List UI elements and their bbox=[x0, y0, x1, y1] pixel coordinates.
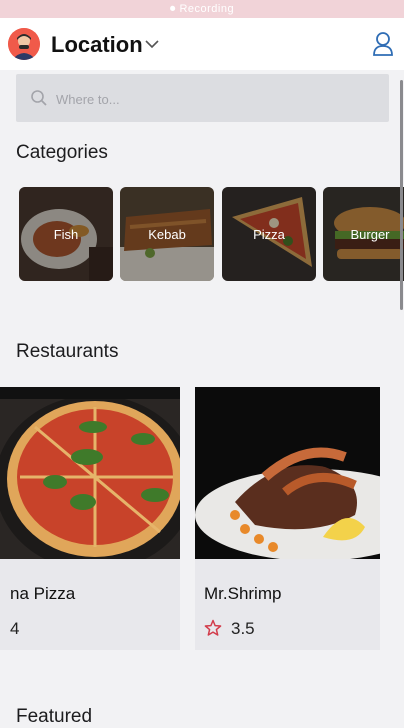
restaurant-name: na Pizza bbox=[10, 584, 76, 603]
category-kebab[interactable]: Kebab bbox=[120, 187, 214, 281]
restaurant-photo bbox=[195, 387, 380, 559]
user-profile-icon[interactable] bbox=[372, 31, 394, 62]
category-pizza[interactable]: Pizza bbox=[222, 187, 316, 281]
featured-heading: Featured bbox=[16, 706, 93, 727]
restaurant-photo bbox=[0, 387, 180, 559]
restaurant-card-pizza[interactable]: na Pizza 4 bbox=[0, 387, 180, 650]
category-label: Fish bbox=[53, 227, 79, 242]
scrollbar[interactable] bbox=[400, 80, 403, 310]
category-fish[interactable]: Fish bbox=[19, 187, 113, 281]
status-bar: ⏺ Recording bbox=[0, 0, 404, 18]
location-title[interactable]: Location bbox=[51, 32, 143, 58]
search-icon bbox=[30, 89, 48, 112]
categories-heading: Categories bbox=[16, 142, 108, 163]
category-burger[interactable]: Burger bbox=[323, 187, 404, 281]
restaurant-name: Mr.Shrimp bbox=[204, 584, 282, 603]
restaurants-heading: Restaurants bbox=[16, 341, 119, 362]
star-icon bbox=[204, 619, 222, 642]
category-label: Burger bbox=[350, 227, 390, 242]
search-input[interactable] bbox=[54, 74, 378, 124]
avatar[interactable] bbox=[8, 28, 40, 60]
chevron-down-icon[interactable] bbox=[145, 36, 159, 54]
restaurant-rating: 4 bbox=[10, 619, 20, 638]
app-header: Location bbox=[0, 18, 404, 70]
restaurant-rating: 3.5 bbox=[231, 619, 255, 638]
category-label: Kebab bbox=[148, 227, 186, 242]
category-label: Pizza bbox=[253, 227, 285, 242]
search-bar[interactable] bbox=[16, 74, 389, 124]
restaurant-card-mrshrimp[interactable]: Mr.Shrimp 3.5 bbox=[195, 387, 380, 650]
